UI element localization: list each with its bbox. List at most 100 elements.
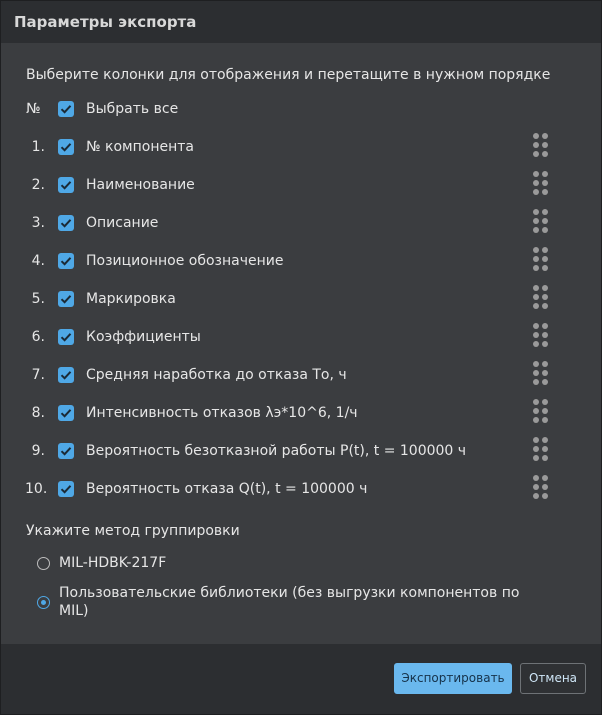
drag-handle-icon[interactable]: [533, 361, 549, 387]
grip-dot: [533, 484, 539, 490]
radio-custom-libraries-label[interactable]: Пользовательские библиотеки (без выгрузк…: [59, 584, 529, 620]
row-number: 6.: [31, 329, 45, 345]
column-label[interactable]: Средняя наработка до отказа То, ч: [86, 356, 347, 394]
grip-dot: [533, 285, 539, 291]
row-number: 4.: [31, 253, 45, 269]
column-checkbox[interactable]: [58, 253, 74, 269]
column-checkbox[interactable]: [58, 291, 74, 307]
drag-handle-icon[interactable]: [533, 171, 549, 197]
grip-dot: [542, 446, 548, 452]
column-row[interactable]: 10. Вероятность отказа Q(t), t = 100000 ч: [1, 470, 601, 508]
grip-dot: [533, 332, 539, 338]
grip-dot: [542, 399, 548, 405]
drag-handle-icon[interactable]: [533, 209, 549, 235]
row-number: 5.: [31, 291, 45, 307]
drag-handle-icon[interactable]: [533, 475, 549, 501]
grouping-title: Укажите метод группировки: [26, 523, 240, 539]
column-row[interactable]: 1. № компонента: [1, 128, 601, 166]
grip-dot: [533, 493, 539, 499]
drag-handle-icon[interactable]: [533, 133, 549, 159]
column-label[interactable]: Описание: [86, 204, 158, 242]
column-row[interactable]: 4. Позиционное обозначение: [1, 242, 601, 280]
column-label[interactable]: Наименование: [86, 166, 195, 204]
grip-dot: [542, 133, 548, 139]
grip-dot: [542, 265, 548, 271]
grip-dot: [533, 408, 539, 414]
select-all-row: № Выбрать все: [1, 90, 601, 128]
column-checkbox[interactable]: [58, 329, 74, 345]
column-label[interactable]: Маркировка: [86, 280, 176, 318]
grip-dot: [542, 323, 548, 329]
radio-mil-hdbk-label[interactable]: MIL-HDBK-217F: [59, 554, 529, 572]
grip-dot: [533, 303, 539, 309]
grip-dot: [542, 227, 548, 233]
grip-dot: [542, 303, 548, 309]
drag-handle-icon[interactable]: [533, 285, 549, 311]
drag-handle-icon[interactable]: [533, 399, 549, 425]
grip-dot: [533, 227, 539, 233]
dialog-titlebar: Параметры экспорта: [1, 1, 601, 43]
checkmark-icon: [60, 219, 72, 228]
row-number: 9.: [31, 443, 45, 459]
dialog-footer: Экспортировать Отмена: [1, 644, 601, 714]
grip-dot: [533, 142, 539, 148]
column-label[interactable]: Позиционное обозначение: [86, 242, 283, 280]
column-checkbox[interactable]: [58, 139, 74, 155]
checkmark-icon: [60, 371, 72, 380]
drag-handle-icon[interactable]: [533, 247, 549, 273]
row-number: 8.: [31, 405, 45, 421]
column-label[interactable]: № компонента: [86, 128, 194, 166]
column-row[interactable]: 5. Маркировка: [1, 280, 601, 318]
grip-dot: [533, 189, 539, 195]
select-all-checkbox[interactable]: [58, 101, 74, 117]
grip-dot: [533, 256, 539, 262]
grip-dot: [542, 151, 548, 157]
grip-dot: [533, 417, 539, 423]
select-all-label[interactable]: Выбрать все: [86, 90, 178, 128]
drag-handle-icon[interactable]: [533, 437, 549, 463]
column-row[interactable]: 3. Описание: [1, 204, 601, 242]
radio-custom-libraries[interactable]: [37, 596, 50, 609]
column-row[interactable]: 8. Интенсивность отказов λэ*10^6, 1/ч: [1, 394, 601, 432]
column-row[interactable]: 9. Вероятность безотказной работы P(t), t…: [1, 432, 601, 470]
grip-dot: [542, 294, 548, 300]
column-checkbox[interactable]: [58, 405, 74, 421]
grip-dot: [533, 218, 539, 224]
grip-dot: [533, 341, 539, 347]
instruction-text: Выберите колонки для отображения и перет…: [26, 67, 551, 83]
grip-dot: [533, 180, 539, 186]
grip-dot: [542, 341, 548, 347]
column-label[interactable]: Вероятность безотказной работы P(t), t =…: [86, 432, 466, 470]
column-label[interactable]: Вероятность отказа Q(t), t = 100000 ч: [86, 470, 367, 508]
radio-mil-hdbk[interactable]: [37, 557, 50, 570]
checkmark-icon: [60, 105, 72, 114]
grip-dot: [533, 437, 539, 443]
column-label[interactable]: Интенсивность отказов λэ*10^6, 1/ч: [86, 394, 358, 432]
column-row[interactable]: 7. Средняя наработка до отказа То, ч: [1, 356, 601, 394]
export-button[interactable]: Экспортировать: [394, 663, 512, 694]
checkmark-icon: [60, 447, 72, 456]
grip-dot: [533, 475, 539, 481]
column-label[interactable]: Коэффициенты: [86, 318, 201, 356]
grip-dot: [533, 361, 539, 367]
column-checkbox[interactable]: [58, 367, 74, 383]
grip-dot: [542, 332, 548, 338]
drag-handle-icon[interactable]: [533, 323, 549, 349]
grip-dot: [542, 484, 548, 490]
grip-dot: [533, 323, 539, 329]
grip-dot: [533, 379, 539, 385]
checkmark-icon: [60, 257, 72, 266]
column-row[interactable]: 6. Коэффициенты: [1, 318, 601, 356]
column-checkbox[interactable]: [58, 215, 74, 231]
column-checkbox[interactable]: [58, 481, 74, 497]
grip-dot: [533, 446, 539, 452]
row-number: 1.: [31, 139, 45, 155]
cancel-button[interactable]: Отмена: [520, 663, 586, 694]
grip-dot: [542, 209, 548, 215]
row-number: 7.: [31, 367, 45, 383]
column-row[interactable]: 2. Наименование: [1, 166, 601, 204]
column-checkbox[interactable]: [58, 177, 74, 193]
grip-dot: [542, 437, 548, 443]
column-checkbox[interactable]: [58, 443, 74, 459]
grip-dot: [533, 399, 539, 405]
